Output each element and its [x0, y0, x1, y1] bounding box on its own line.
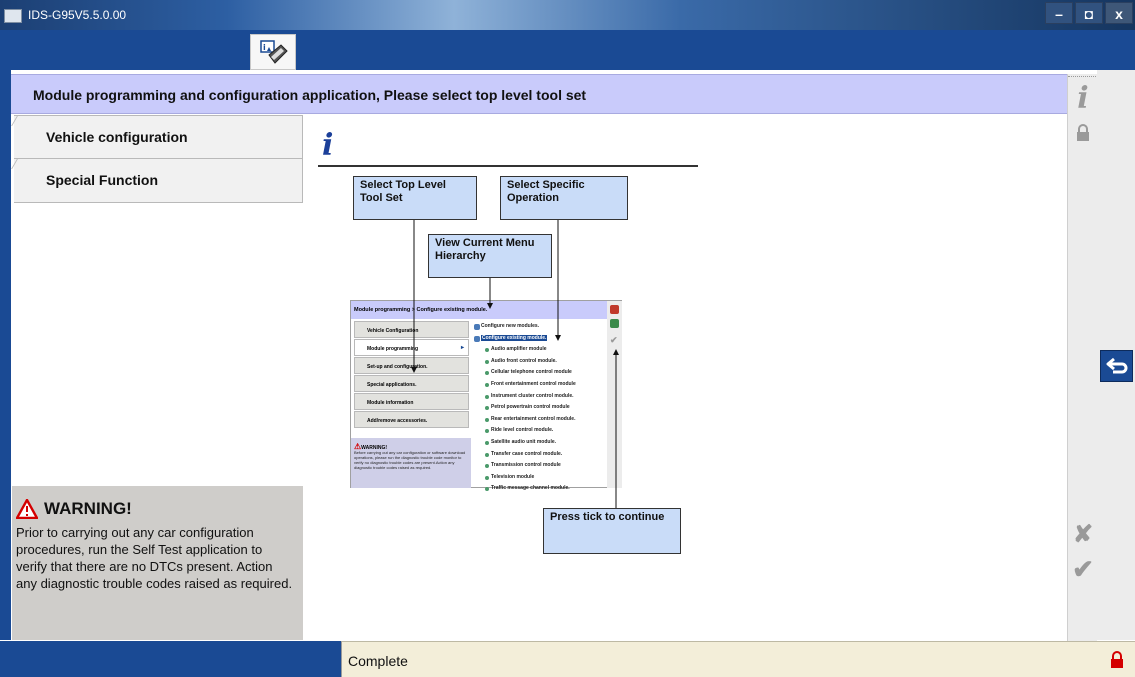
status-lock-area — [1098, 641, 1135, 677]
confirm-tick-button[interactable]: ✔ — [1072, 554, 1094, 585]
status-text: Complete — [348, 653, 408, 669]
status-bar-left — [0, 641, 341, 677]
status-bar: Complete — [341, 641, 1098, 677]
back-arrow-icon — [1106, 357, 1128, 374]
right-toolbar: i ✘ ✔ — [1067, 74, 1098, 644]
cancel-button[interactable]: ✘ — [1072, 520, 1094, 549]
back-button[interactable] — [1100, 350, 1133, 382]
red-lock-icon[interactable] — [1109, 651, 1125, 669]
lock-icon[interactable] — [1074, 124, 1092, 147]
callout-lines — [411, 220, 619, 508]
info-button[interactable]: i — [1072, 82, 1094, 116]
